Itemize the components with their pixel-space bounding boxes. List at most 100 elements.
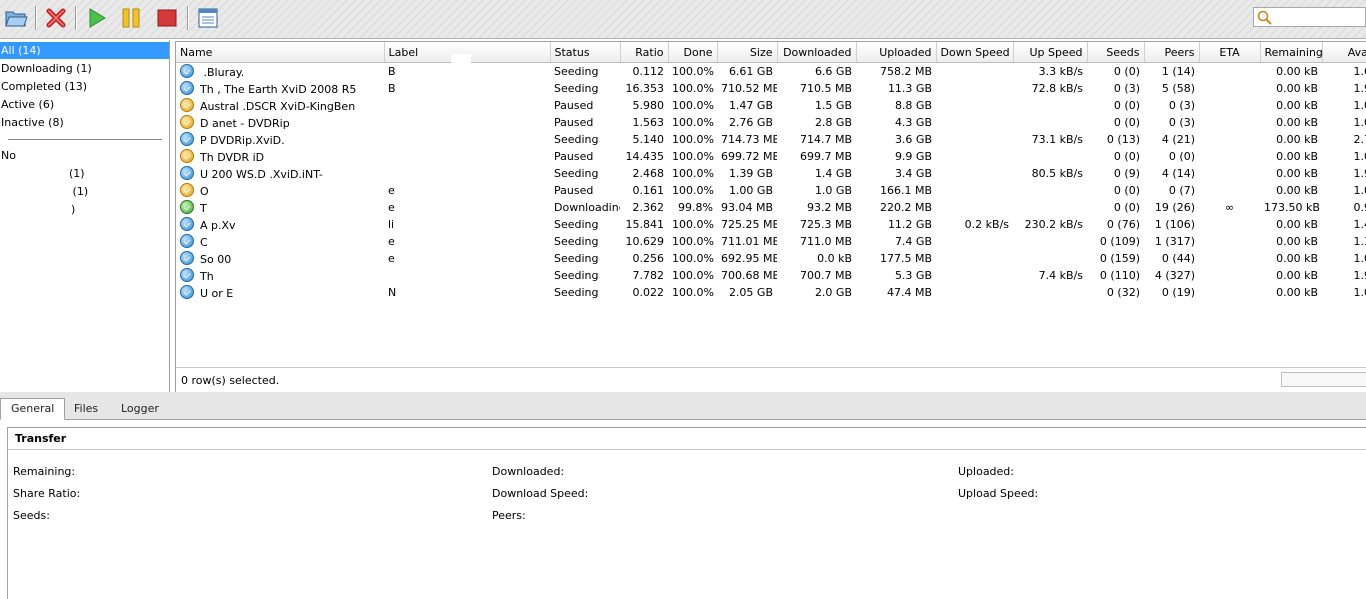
cell-label: e — [388, 235, 395, 248]
cell-seeds: 0 (0) — [1113, 99, 1140, 112]
table-row[interactable]: Austral .DSCR XviD-KingBen Paused 5.980 100… — [176, 97, 1366, 114]
tab-files[interactable]: Files — [64, 399, 108, 419]
cell-label — [384, 97, 550, 114]
start-button[interactable] — [83, 5, 111, 31]
column-header-status[interactable]: Status — [550, 42, 621, 63]
label-item[interactable]: ts (1) — [58, 183, 169, 200]
table-row[interactable]: D anet - DVDRip Paused 1.563 100.0% 2.76 GB 2… — [176, 114, 1366, 131]
cell-size: 6.61 GB — [728, 65, 773, 78]
table-row[interactable]: U 200 WS.D .XviD.iNT- Seeding 2.468 100.0% 1… — [176, 165, 1366, 182]
paused-status-icon — [180, 183, 194, 197]
column-header-ratio[interactable]: Ratio — [620, 42, 669, 63]
cell-eta — [1199, 114, 1260, 131]
cell-downloaded: 1.0 GB — [814, 184, 852, 197]
column-header-eta[interactable]: ETA — [1199, 42, 1261, 63]
cell-peers: 0 (3) — [1168, 99, 1195, 112]
table-row[interactable]: P DVDRip.XviD. Seeding 5.140 100.0% 714.73 M… — [176, 131, 1366, 148]
column-header-remaining[interactable]: Remaining — [1260, 42, 1323, 63]
cell-done: 100.0% — [672, 167, 714, 180]
table-row[interactable]: A p.Xv li Seeding 15.841 100.0% 725.25 MB 725.… — [176, 216, 1366, 233]
tab-general[interactable]: General — [0, 398, 66, 420]
cell-avail: 1.00 — [1353, 252, 1366, 265]
preferences-button[interactable] — [194, 5, 222, 31]
cell-downloaded: 711.0 MB — [799, 235, 852, 248]
cell-label — [384, 148, 550, 165]
cell-seeds: 0 (13) — [1106, 133, 1140, 146]
cell-remaining: 173.50 kB — [1264, 201, 1320, 214]
cell-ratio: 5.980 — [632, 99, 665, 112]
cell-remaining: 0.00 kB — [1276, 252, 1318, 265]
filter-all[interactable]: All (14) — [0, 42, 169, 59]
label-item[interactable]: (1) — [68, 165, 169, 182]
cell-status: Downloading — [554, 201, 620, 214]
column-header-downloaded[interactable]: Downloaded — [777, 42, 857, 63]
cell-status: Paused — [554, 150, 594, 163]
table-row[interactable]: U or E N Seeding 0.022 100.0% 2.05 GB 2.0 GB 47… — [176, 284, 1366, 301]
cell-ratio: 0.022 — [632, 286, 665, 299]
cell-status: Seeding — [554, 82, 599, 95]
table-row[interactable]: Th DVDR iD Paused 14.435 100.0% 699.72 MB 699… — [176, 148, 1366, 165]
cell-up-speed — [1013, 250, 1087, 267]
cell-avail: 1.00 — [1353, 286, 1366, 299]
upload-speed-label: Upload Speed: — [958, 487, 1039, 500]
remove-torrent-button[interactable] — [42, 5, 70, 31]
cell-ratio: 16.353 — [625, 82, 665, 95]
table-row[interactable]: Oe Paused 0.161 100.0% 1.00 GB 1.0 GB 166.1 MB… — [176, 182, 1366, 199]
table-row[interactable]: Ce Seeding 10.629 100.0% 711.01 MB 711.0 MB 7.… — [176, 233, 1366, 250]
column-header-uploaded[interactable]: Uploaded — [856, 42, 937, 63]
column-header-size[interactable]: Size — [717, 42, 778, 63]
cell-seeds: 0 (9) — [1113, 167, 1140, 180]
search-field[interactable] — [1253, 7, 1366, 27]
cell-size: 2.05 GB — [728, 286, 773, 299]
cell-eta — [1199, 250, 1260, 267]
open-torrent-button[interactable] — [2, 5, 30, 31]
cell-ratio: 14.435 — [625, 150, 665, 163]
column-header-name[interactable]: Name — [176, 42, 385, 63]
label-item[interactable]: ) — [70, 201, 169, 218]
table-row[interactable]: So 00 e Seeding 0.256 100.0% 692.95 MB 0.0 kB 1… — [176, 250, 1366, 267]
cell-label: e — [388, 184, 395, 197]
table-row[interactable]: Te Downloading 2.362 99.8% 93.04 MB 93.2 MB 22… — [176, 199, 1366, 216]
cell-up-speed — [1013, 284, 1087, 301]
table-row[interactable]: .Bluray. B Seeding 0.112 100.0% 6.61 GB 6.6 GB… — [176, 63, 1366, 81]
cell-avail: 1.37 — [1353, 235, 1366, 248]
filter-active[interactable]: Active (6) — [0, 96, 169, 113]
column-header-down-speed[interactable]: Down Speed — [936, 42, 1014, 63]
torrent-name: O — [200, 185, 209, 198]
column-header-up-speed[interactable]: Up Speed — [1013, 42, 1088, 63]
cell-peers: 5 (58) — [1161, 82, 1195, 95]
cell-peers: 0 (7) — [1168, 184, 1195, 197]
pause-button[interactable] — [117, 5, 145, 31]
cell-label: N — [388, 286, 397, 299]
filter-inactive[interactable]: Inactive (8) — [0, 114, 169, 131]
stop-button[interactable] — [153, 5, 181, 31]
filter-downloading[interactable]: Downloading (1) — [0, 60, 169, 77]
paused-status-icon — [180, 149, 194, 163]
search-input[interactable] — [1274, 9, 1366, 27]
cell-up-speed — [1013, 199, 1087, 216]
torrent-name: .Bluray. — [200, 66, 245, 79]
table-row[interactable]: Th Seeding 7.782 100.0% 700.68 MB 700.7 MB 5.3… — [176, 267, 1366, 284]
cell-eta — [1199, 63, 1260, 81]
cell-seeds: 0 (0) — [1113, 150, 1140, 163]
torrent-name: T — [200, 202, 207, 215]
cell-done: 100.0% — [672, 82, 714, 95]
horizontal-scrollbar[interactable] — [1281, 372, 1366, 387]
download-speed-label: Download Speed: — [492, 487, 589, 500]
cell-up-speed: 72.8 kB/s — [1031, 82, 1083, 95]
cell-down-speed — [936, 199, 1013, 216]
filter-completed[interactable]: Completed (13) — [0, 78, 169, 95]
share-ratio-label: Share Ratio: — [13, 487, 81, 500]
torrent-name-cell: A p.Xv — [176, 216, 384, 233]
column-header-seeds[interactable]: Seeds — [1087, 42, 1145, 63]
column-header-avail[interactable]: Avail. — [1322, 42, 1366, 63]
tab-logger[interactable]: Logger — [111, 399, 169, 419]
cell-label — [384, 131, 550, 148]
column-header-peers[interactable]: Peers — [1144, 42, 1200, 63]
cell-uploaded: 220.2 MB — [879, 201, 932, 214]
cell-eta — [1199, 148, 1260, 165]
cell-uploaded: 177.5 MB — [879, 252, 932, 265]
table-row[interactable]: Th , The Earth XviD 2008 R5 B Seeding 16.35… — [176, 80, 1366, 97]
column-header-done[interactable]: Done — [668, 42, 718, 63]
cell-size: 714.73 MB — [721, 133, 777, 146]
